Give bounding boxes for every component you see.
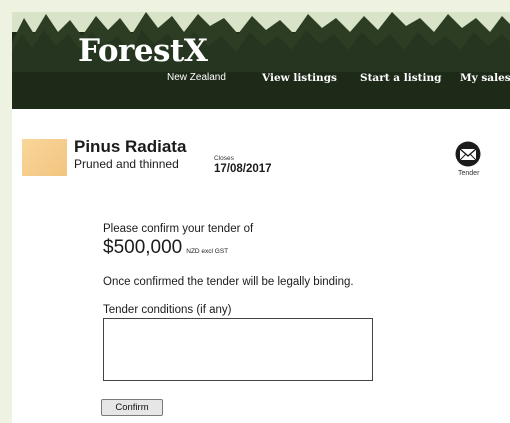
- nav-view-listings[interactable]: View listings: [262, 72, 337, 84]
- closes-label: Closes: [214, 155, 234, 162]
- tender-amount: $500,000 NZD excl GST: [103, 237, 228, 259]
- site-header: ForestX New Zealand View listings Start …: [12, 12, 510, 109]
- page-frame: ForestX New Zealand View listings Start …: [12, 12, 510, 423]
- listing-thumbnail: [22, 139, 67, 176]
- nav-my-sales[interactable]: My sales: [460, 72, 510, 84]
- envelope-icon: [455, 141, 481, 167]
- site-logo-subtitle: New Zealand: [167, 72, 226, 83]
- conditions-label: Tender conditions (if any): [103, 304, 232, 316]
- nav-start-listing[interactable]: Start a listing: [360, 72, 441, 84]
- site-logo[interactable]: ForestX: [78, 36, 208, 67]
- tender-conditions-input[interactable]: [103, 318, 373, 381]
- tender-label: Tender: [458, 170, 480, 177]
- listing-title: Pinus Radiata: [74, 137, 187, 156]
- tender-amount-note: NZD excl GST: [186, 248, 229, 255]
- tender-amount-value: $500,000: [103, 237, 183, 258]
- binding-notice: Once confirmed the tender will be legall…: [103, 276, 354, 288]
- confirm-button[interactable]: Confirm: [101, 399, 163, 416]
- listing-subtitle: Pruned and thinned: [74, 157, 179, 171]
- confirm-prompt: Please confirm your tender of: [103, 223, 254, 235]
- closes-date: 17/08/2017: [214, 163, 272, 175]
